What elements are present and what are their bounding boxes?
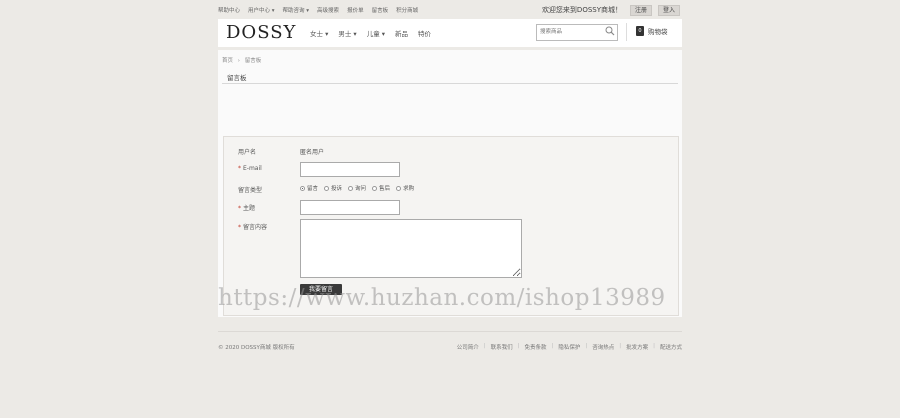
top-link-message-board[interactable]: 留言板 — [372, 6, 389, 14]
top-link-help[interactable]: 帮助中心 — [218, 6, 240, 14]
search-box — [536, 24, 618, 41]
email-label: * E-mail — [238, 165, 262, 172]
radio-icon — [396, 185, 402, 191]
content-textarea[interactable] — [300, 219, 522, 278]
search-input[interactable] — [537, 25, 600, 38]
copyright: © 2020 DOSSY商城 版权所有 — [218, 345, 295, 351]
watermark: https://www.huzhan.com/ishop13989 — [218, 285, 666, 311]
cart-label: 购物袋 — [648, 28, 668, 36]
page-title: 留言板 — [227, 74, 247, 82]
top-link-user-center[interactable]: 用户中心 ▾ — [248, 6, 275, 14]
breadcrumb-home[interactable]: 首页 — [222, 58, 233, 64]
footer-separator: | — [619, 343, 622, 349]
nav-kids[interactable]: 儿童 ▾ — [367, 28, 385, 38]
nav-new[interactable]: 新品 — [395, 28, 408, 38]
search-icon[interactable] — [605, 26, 615, 36]
header: DOSSY 女士 ▾ 男士 ▾ 儿童 ▾ 新品 特价 0 购物袋 — [218, 19, 682, 47]
radio-message[interactable]: 留言 — [300, 184, 318, 192]
top-link-consult[interactable]: 帮助咨询 ▾ — [283, 6, 310, 14]
top-link-quote[interactable]: 报价单 — [347, 6, 364, 14]
shopping-bag-icon: 0 — [636, 26, 644, 36]
subject-label: * 主题 — [238, 205, 256, 212]
footer-link-about[interactable]: 公司简介 — [457, 343, 479, 351]
main-panel: 首页 › 留言板 留言板 用户名 匿名用户 * E-mail 留言类型 留言 投诉… — [218, 50, 682, 317]
message-type-label: 留言类型 — [238, 187, 263, 194]
breadcrumb-separator: › — [237, 58, 240, 64]
top-link-advanced-search[interactable]: 高级搜索 — [317, 6, 339, 14]
subject-field[interactable] — [300, 200, 400, 215]
footer-separator: | — [483, 343, 486, 349]
divider — [626, 23, 627, 41]
footer-link-contact[interactable]: 联系我们 — [491, 343, 513, 351]
radio-complaint[interactable]: 投诉 — [324, 184, 342, 192]
top-link-points-mall[interactable]: 积分商城 — [396, 6, 418, 14]
username-value: 匿名用户 — [300, 149, 325, 156]
top-links: 帮助中心 用户中心 ▾ 帮助咨询 ▾ 高级搜索 报价单 留言板 积分商城 — [218, 6, 426, 14]
breadcrumb: 首页 › 留言板 — [222, 56, 261, 64]
footer-separator: | — [585, 343, 588, 349]
radio-icon — [348, 185, 354, 191]
radio-inquiry[interactable]: 询问 — [348, 184, 366, 192]
username-label: 用户名 — [238, 149, 257, 156]
footer-link-hotline[interactable]: 咨询热点 — [592, 343, 614, 351]
footer-divider — [218, 331, 682, 332]
login-button[interactable]: 登入 — [657, 5, 680, 16]
radio-icon — [372, 185, 378, 191]
main-nav: 女士 ▾ 男士 ▾ 儿童 ▾ 新品 特价 — [310, 28, 441, 38]
footer-link-wholesale[interactable]: 批发方案 — [626, 343, 648, 351]
footer-link-disclaimer[interactable]: 免责条款 — [524, 343, 546, 351]
footer-link-delivery[interactable]: 配送方式 — [660, 343, 682, 351]
radio-selected-icon — [300, 185, 305, 191]
footer-separator: | — [551, 343, 554, 349]
nav-men[interactable]: 男士 ▾ — [338, 28, 356, 38]
footer-links: 公司简介 | 联系我们 | 免责条款 | 隐私保护 | 咨询热点 | 批发方案 | 配送方式 — [457, 343, 682, 351]
required-mark: * — [238, 224, 241, 231]
nav-sale[interactable]: 特价 — [418, 28, 431, 38]
top-bar: 帮助中心 用户中心 ▾ 帮助咨询 ▾ 高级搜索 报价单 留言板 积分商城 欢迎您… — [218, 3, 682, 17]
footer-separator: | — [653, 343, 655, 349]
radio-purchase[interactable]: 求购 — [396, 184, 414, 192]
email-field[interactable] — [300, 162, 400, 177]
footer-link-privacy[interactable]: 隐私保护 — [558, 343, 580, 351]
nav-women[interactable]: 女士 ▾ — [310, 28, 328, 38]
footer-separator: | — [517, 343, 520, 349]
breadcrumb-current: 留言板 — [244, 58, 262, 64]
required-mark: * — [238, 205, 241, 212]
welcome-text: 欢迎您来到DOSSY商城！ — [541, 6, 622, 14]
required-mark: * — [238, 165, 241, 172]
logo[interactable]: DOSSY — [226, 22, 296, 43]
content-label: * 留言内容 — [238, 224, 268, 231]
title-divider — [222, 83, 678, 84]
register-button[interactable]: 注册 — [629, 5, 652, 16]
radio-after-sales[interactable]: 售后 — [372, 184, 390, 192]
cart-button[interactable]: 0 购物袋 — [636, 26, 668, 36]
radio-icon — [324, 185, 330, 191]
message-type-group: 留言 投诉 询问 售后 求购 — [300, 184, 420, 192]
cart-count: 0 — [638, 28, 642, 34]
